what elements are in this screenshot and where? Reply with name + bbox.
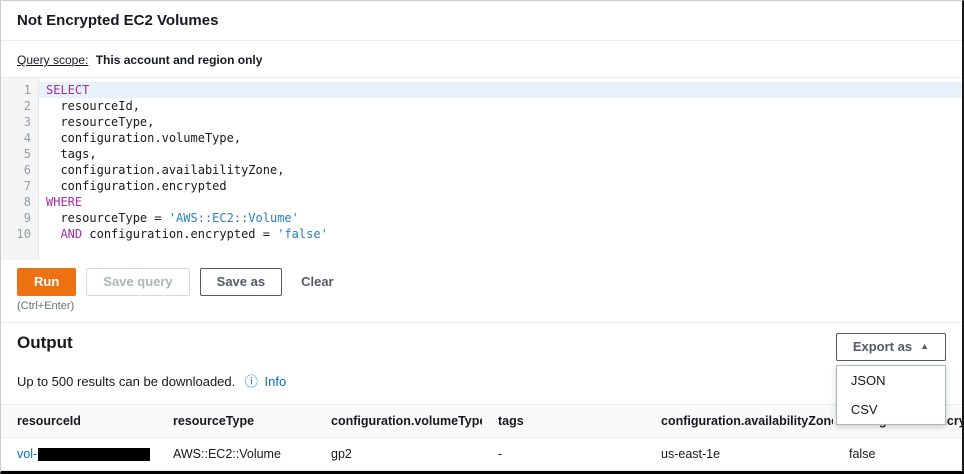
table-cell: - <box>482 437 645 471</box>
column-header: configuration.availabilityZone <box>645 404 833 438</box>
code-token: configuration.volumeType, <box>46 131 242 145</box>
results-note-text: Up to 500 results can be downloaded. <box>17 374 236 389</box>
code-token: 'false' <box>277 227 328 241</box>
results-note: Up to 500 results can be downloaded. ⓘ I… <box>17 371 946 390</box>
code-token: resourceType = <box>46 211 169 225</box>
code-line[interactable]: tags, <box>39 146 962 162</box>
code-token: configuration.encrypted = <box>82 227 278 241</box>
results-table: resourceId resourceType configuration.volu… <box>1 404 962 471</box>
resource-id-cell: vol- <box>1 437 157 471</box>
export-menu-item-csv[interactable]: CSV <box>837 395 945 424</box>
line-number: 10 <box>16 227 31 241</box>
table-header-row: resourceId resourceType configuration.volu… <box>1 404 962 438</box>
code-token: 'AWS::EC2::Volume' <box>168 211 299 225</box>
export-menu-item-json[interactable]: JSON <box>837 366 945 395</box>
code-token: AND <box>60 227 83 241</box>
run-shortcut-hint: (Ctrl+Enter) <box>17 300 75 312</box>
save-as-button[interactable]: Save as <box>199 268 283 296</box>
query-scope-row: Query scope: This account and region onl… <box>1 41 962 78</box>
code-token: configuration.availabilityZone, <box>46 163 285 177</box>
code-token: WHERE <box>46 195 83 209</box>
column-header: tags <box>482 404 645 438</box>
line-number: 1 <box>23 83 31 97</box>
table-cell: us-east-1e <box>645 437 833 471</box>
code-token: tags, <box>46 147 97 161</box>
page-header: Not Encrypted EC2 Volumes <box>1 1 962 41</box>
run-button[interactable]: Run <box>17 268 77 296</box>
code-line[interactable]: resourceType, <box>39 114 962 130</box>
aws-config-query-page: Not Encrypted EC2 Volumes Query scope: T… <box>0 0 964 474</box>
table-row: vol- AWS::EC2::Volume gp2- us-east-1e false <box>1 437 962 471</box>
redacted-resource-id <box>38 448 151 462</box>
code-token: configuration.encrypted <box>46 179 227 193</box>
code-line[interactable]: resourceId, <box>39 98 962 114</box>
query-scope-label: Query scope: <box>17 53 89 67</box>
line-number: 8 <box>23 195 31 209</box>
export-dropdown: Export as ▲ JSON CSV <box>835 333 946 425</box>
code-line[interactable]: configuration.encrypted <box>39 178 962 194</box>
chevron-up-icon: ▲ <box>920 341 929 351</box>
query-action-bar: Run Save query Save as Clear <box>1 260 962 296</box>
output-title: Output <box>17 333 73 352</box>
column-header: resourceId <box>1 404 157 438</box>
code-line[interactable]: configuration.availabilityZone, <box>39 162 962 178</box>
line-number: 9 <box>23 211 31 225</box>
info-icon[interactable]: ⓘ <box>245 374 258 389</box>
page-title: Not Encrypted EC2 Volumes <box>17 12 219 29</box>
table-cell: gp2 <box>315 437 482 471</box>
code-line[interactable]: WHERE <box>39 194 962 210</box>
code-token: SELECT <box>46 83 90 97</box>
editor-code-area[interactable]: SELECT resourceId, resourceType, configu… <box>39 78 962 260</box>
output-section: Output Export as ▲ JSON CSV Up to 500 res… <box>1 322 962 425</box>
line-number: 3 <box>23 115 31 129</box>
clear-button[interactable]: Clear <box>292 268 343 296</box>
code-line[interactable]: resourceType = 'AWS::EC2::Volume' <box>39 210 962 226</box>
editor-line-numbers: 1 2 3 4 5 6 7 8 9 10 <box>1 78 39 260</box>
table-cell: false <box>833 437 962 471</box>
code-token: resourceId, <box>46 99 140 113</box>
export-as-button[interactable]: Export as ▲ <box>835 333 946 361</box>
sql-query-editor[interactable]: 1 2 3 4 5 6 7 8 9 10 SELECT resourceId, resourceT… <box>1 78 962 260</box>
column-header: resourceType <box>157 404 315 438</box>
output-header: Output Export as ▲ JSON CSV <box>17 333 946 425</box>
export-as-label: Export as <box>852 339 913 354</box>
table-cell: AWS::EC2::Volume <box>157 437 315 471</box>
save-query-button[interactable]: Save query <box>86 268 190 296</box>
line-number: 7 <box>23 179 31 193</box>
line-number: 4 <box>23 131 31 145</box>
export-menu: JSON CSV <box>835 365 946 425</box>
info-link[interactable]: Info <box>265 374 287 389</box>
code-token: resourceType, <box>46 115 155 129</box>
line-number: 5 <box>23 147 31 161</box>
query-scope-value: This account and region only <box>95 53 263 67</box>
code-line[interactable]: configuration.volumeType, <box>39 130 962 146</box>
line-number: 2 <box>23 99 31 113</box>
resource-link[interactable]: vol- <box>17 447 37 461</box>
column-header: configuration.volumeType <box>315 404 482 438</box>
code-line[interactable]: SELECT <box>39 82 962 98</box>
line-number: 6 <box>23 163 31 177</box>
code-line[interactable]: AND configuration.encrypted = 'false' <box>39 226 962 242</box>
